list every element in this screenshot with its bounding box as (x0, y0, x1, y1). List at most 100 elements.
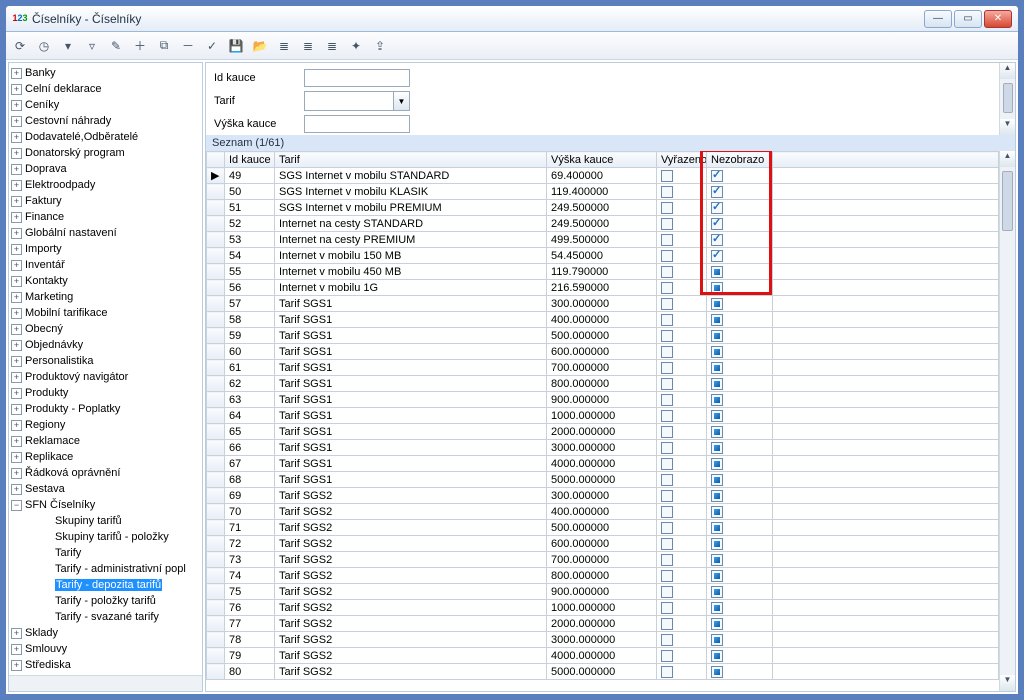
col-tarif[interactable]: Tarif (275, 152, 547, 168)
tree-node[interactable]: +Reklamace (9, 433, 202, 449)
vyrazeno-checkbox[interactable] (661, 218, 673, 230)
scroll-thumb[interactable] (1002, 171, 1013, 231)
nezobrazo-checkbox[interactable] (711, 410, 723, 422)
col-id-kauce[interactable]: Id kauce (225, 152, 275, 168)
category-tree[interactable]: +Banky+Celní deklarace+Ceníky+Cestovní n… (8, 62, 203, 692)
indent-left-icon[interactable]: ≣ (274, 36, 294, 56)
table-row[interactable]: 72Tarif SGS2600.000000 (207, 536, 999, 552)
expand-icon[interactable]: + (11, 436, 22, 447)
expand-icon[interactable]: + (11, 180, 22, 191)
tree-node[interactable]: Tarify - položky tarifů (9, 593, 202, 609)
vyrazeno-checkbox[interactable] (661, 186, 673, 198)
table-row[interactable]: 63Tarif SGS1900.000000 (207, 392, 999, 408)
table-row[interactable]: 75Tarif SGS2900.000000 (207, 584, 999, 600)
id-kauce-input[interactable] (304, 69, 410, 87)
expand-icon[interactable]: + (11, 420, 22, 431)
scroll-thumb[interactable] (1003, 83, 1013, 113)
expand-icon[interactable]: + (11, 660, 22, 671)
nezobrazo-checkbox[interactable] (711, 474, 723, 486)
tree-node[interactable]: +Produktový navigátor (9, 369, 202, 385)
table-row[interactable]: 79Tarif SGS24000.000000 (207, 648, 999, 664)
table-row[interactable]: 50SGS Internet v mobilu KLASIK119.400000 (207, 184, 999, 200)
tree-node[interactable]: +Finance (9, 209, 202, 225)
expand-icon[interactable]: + (11, 228, 22, 239)
nezobrazo-checkbox[interactable] (711, 570, 723, 582)
expand-icon[interactable]: + (11, 132, 22, 143)
nezobrazo-checkbox[interactable] (711, 314, 723, 326)
table-row[interactable]: 65Tarif SGS12000.000000 (207, 424, 999, 440)
tree-node[interactable]: +Doprava (9, 161, 202, 177)
tree-node[interactable]: +Importy (9, 241, 202, 257)
tree-node[interactable]: Tarify - svazané tarify (9, 609, 202, 625)
vyrazeno-checkbox[interactable] (661, 458, 673, 470)
table-row[interactable]: 61Tarif SGS1700.000000 (207, 360, 999, 376)
nezobrazo-checkbox[interactable] (711, 282, 723, 294)
table-row[interactable]: 67Tarif SGS14000.000000 (207, 456, 999, 472)
nezobrazo-checkbox[interactable] (711, 298, 723, 310)
table-row[interactable]: 59Tarif SGS1500.000000 (207, 328, 999, 344)
expand-icon[interactable]: + (11, 164, 22, 175)
table-row[interactable]: 53Internet na cesty PREMIUM499.500000 (207, 232, 999, 248)
export-icon[interactable]: ⇪ (370, 36, 390, 56)
nezobrazo-checkbox[interactable] (711, 442, 723, 454)
nezobrazo-checkbox[interactable] (711, 458, 723, 470)
nezobrazo-checkbox[interactable] (711, 218, 723, 230)
tree-node[interactable]: +Produkty (9, 385, 202, 401)
tree-node[interactable]: +Sestava (9, 481, 202, 497)
vyrazeno-checkbox[interactable] (661, 490, 673, 502)
scroll-up-icon[interactable]: ▲ (1000, 63, 1015, 79)
edit-icon[interactable]: ✎ (106, 36, 126, 56)
expand-icon[interactable]: + (11, 68, 22, 79)
nezobrazo-checkbox[interactable] (711, 490, 723, 502)
filter-icon[interactable]: ▿ (82, 36, 102, 56)
vyrazeno-checkbox[interactable] (661, 298, 673, 310)
list-icon[interactable]: ≣ (322, 36, 342, 56)
expand-icon[interactable]: + (11, 452, 22, 463)
nezobrazo-checkbox[interactable] (711, 650, 723, 662)
nezobrazo-checkbox[interactable] (711, 666, 723, 678)
nezobrazo-checkbox[interactable] (711, 250, 723, 262)
table-row[interactable]: 58Tarif SGS1400.000000 (207, 312, 999, 328)
new-icon[interactable]: ＋ (130, 36, 150, 56)
expand-icon[interactable]: + (11, 404, 22, 415)
expand-icon[interactable]: + (11, 340, 22, 351)
tree-node[interactable]: +Dodavatelé,Odběratelé (9, 129, 202, 145)
vyrazeno-checkbox[interactable] (661, 570, 673, 582)
tree-node[interactable]: +Smlouvy (9, 641, 202, 657)
nezobrazo-checkbox[interactable] (711, 202, 723, 214)
nezobrazo-checkbox[interactable] (711, 346, 723, 358)
nezobrazo-checkbox[interactable] (711, 618, 723, 630)
nezobrazo-checkbox[interactable] (711, 394, 723, 406)
nezobrazo-checkbox[interactable] (711, 378, 723, 390)
vyrazeno-checkbox[interactable] (661, 426, 673, 438)
nezobrazo-checkbox[interactable] (711, 602, 723, 614)
scroll-up-icon[interactable]: ▲ (1000, 151, 1015, 167)
nezobrazo-checkbox[interactable] (711, 538, 723, 550)
expand-icon[interactable]: + (11, 212, 22, 223)
table-row[interactable]: 52Internet na cesty STANDARD249.500000 (207, 216, 999, 232)
check-icon[interactable]: ✓ (202, 36, 222, 56)
tree-node[interactable]: +Mobilní tarifikace (9, 305, 202, 321)
nezobrazo-checkbox[interactable] (711, 330, 723, 342)
tree-node[interactable]: +Řádková oprávnění (9, 465, 202, 481)
nezobrazo-checkbox[interactable] (711, 586, 723, 598)
tree-node[interactable]: +Střediska (9, 657, 202, 673)
table-row[interactable]: 54Internet v mobilu 150 MB54.450000 (207, 248, 999, 264)
expand-icon[interactable]: + (11, 100, 22, 111)
nezobrazo-checkbox[interactable] (711, 522, 723, 534)
table-row[interactable]: 51SGS Internet v mobilu PREMIUM249.50000… (207, 200, 999, 216)
close-button[interactable]: ✕ (984, 10, 1012, 28)
table-row[interactable]: 64Tarif SGS11000.000000 (207, 408, 999, 424)
tree-node[interactable]: +Donatorský program (9, 145, 202, 161)
vyrazeno-checkbox[interactable] (661, 314, 673, 326)
collapse-icon[interactable]: − (11, 500, 22, 511)
data-grid[interactable]: Id kauce Tarif Výška kauce Vyřazeno Nezo… (206, 151, 999, 680)
expand-icon[interactable]: + (11, 468, 22, 479)
tree-node[interactable]: +Globální nastavení (9, 225, 202, 241)
table-row[interactable]: 66Tarif SGS13000.000000 (207, 440, 999, 456)
vyrazeno-checkbox[interactable] (661, 202, 673, 214)
expand-icon[interactable]: + (11, 116, 22, 127)
expand-icon[interactable]: + (11, 644, 22, 655)
tree-node[interactable]: +Inventář (9, 257, 202, 273)
refresh-icon[interactable]: ⟳ (10, 36, 30, 56)
